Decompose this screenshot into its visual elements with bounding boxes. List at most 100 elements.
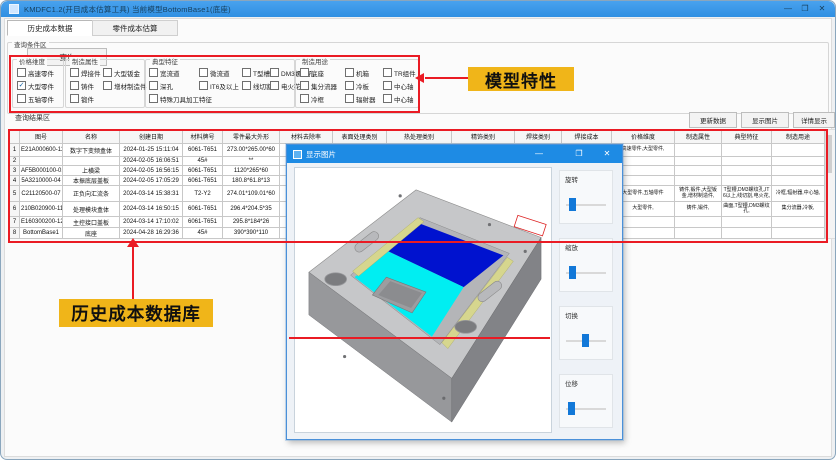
column-header[interactable]: 焊接成本 [562,130,612,144]
slider-label: 切换 [565,310,578,320]
filter-checkbox[interactable]: TR组件 [383,66,416,79]
filter-checkbox-label: 机箱 [356,68,369,78]
filter-checkbox[interactable]: IT6及以上 [199,79,239,92]
table-cell [722,176,772,186]
column-header[interactable] [10,130,20,144]
detail-display-button[interactable]: 详情显示 [793,112,835,128]
slider-thumb[interactable] [568,402,575,415]
table-cell: 273.00*265.00*60 [223,144,280,157]
minimize-button[interactable]: — [781,3,795,15]
slider-group: 缩放 [559,238,613,292]
table-cell: 6061-T651 [183,166,223,176]
filter-checkbox[interactable]: 线切割 [242,79,273,92]
column-header[interactable]: 名称 [63,130,120,144]
table-cell: 274.01*109.01*60 [223,186,280,202]
filter-checkbox[interactable]: 中心轴 [383,79,416,92]
filter-checkbox[interactable]: 增材制造件 [103,79,147,92]
filter-checkbox[interactable]: 微流道 [199,66,239,79]
table-cell: 2024-04-28 16:29:36 [120,228,183,239]
checkbox-icon [199,68,208,77]
table-cell: C21120500-07 [20,186,63,202]
table-cell: E21A000600-11 [20,144,63,157]
column-header[interactable]: 精饰类别 [452,130,515,144]
column-header[interactable]: 价格维度 [612,130,675,144]
dialog-close-button[interactable]: ✕ [598,145,616,163]
filter-checkbox[interactable]: 冷框 [300,92,337,105]
checkbox-icon [383,94,392,103]
checkbox-checked-icon: ✓ [17,81,26,90]
table-cell [675,144,722,157]
filter-checkbox[interactable]: 中心轴 [383,92,416,105]
table-cell: 45# [183,228,223,239]
column-header[interactable]: 表面处理类别 [333,130,387,144]
filter-checkbox[interactable]: ✓大型零件 [17,79,54,92]
filter-checkbox[interactable]: 五轴零件 [17,92,54,105]
column-header[interactable]: 制造用途 [772,130,825,144]
column-header[interactable]: 零件最大外形 [223,130,280,144]
maximize-button[interactable]: ❐ [798,3,812,15]
table-header-row: 图号名称创建日期材料牌号零件最大外形材料去除率表面处理类别热处理类别精饰类别焊接… [10,130,825,144]
filter-group-4: 制造用途底座集分流器冷框机箱冷板辐射器TR组件中心轴中心轴 [295,59,419,108]
show-image-button[interactable]: 显示图片 [741,112,789,128]
history-db-arrow-head [127,238,139,247]
filter-checkbox[interactable]: 特殊刀具加工特征 [149,92,212,105]
slider-thumb[interactable] [582,334,589,347]
slider-thumb[interactable] [569,266,576,279]
filter-checkbox[interactable]: 底座 [300,66,337,79]
filter-checkbox[interactable]: 铸件 [70,79,101,92]
column-header[interactable]: 焊接类别 [515,130,562,144]
filter-checkbox[interactable]: 高速零件 [17,66,54,79]
table-cell: 冷框,辐射器,中心轴, [772,186,825,202]
dialog-minimize-button[interactable]: — [530,145,548,163]
table-cell: 6061-T651 [183,144,223,157]
row-number: 7 [10,217,20,228]
model-feature-arrow-line [425,77,468,79]
row-number: 5 [10,186,20,202]
filter-checkbox[interactable]: 锻件 [70,92,101,105]
model-viewer[interactable] [294,167,552,433]
table-cell: 6061-T651 [183,202,223,217]
table-cell [20,157,63,166]
filter-checkbox[interactable]: 大型钣金 [103,66,147,79]
column-header[interactable]: 图号 [20,130,63,144]
filter-checkbox-label: 深孔 [160,81,173,91]
filter-checkbox[interactable]: 辐射器 [345,92,376,105]
filter-checkbox-label: 宽流道 [160,68,180,78]
filter-checkbox[interactable]: 冷板 [345,79,376,92]
column-header[interactable]: 制造属性 [675,130,722,144]
tab-history-cost-data[interactable]: 历史成本数据 [7,20,93,36]
filter-group-1: 价格维度高速零件✓大型零件五轴零件 [12,59,64,108]
checkbox-icon [149,94,158,103]
column-header[interactable]: 材料去除率 [280,130,333,144]
filter-checkbox[interactable]: 焊接件 [70,66,101,79]
table-cell: T型槽,DM3螺纹孔,IT6以上,线切割,电火花, [722,186,772,202]
slider-label: 旋转 [565,174,578,184]
filter-checkbox-label: 冷框 [311,94,324,104]
column-header[interactable]: 热处理类别 [387,130,452,144]
filter-column: 焊接件铸件锻件 [70,66,101,105]
table-scrollbar[interactable] [825,129,836,239]
filter-checkbox-label: 中心轴 [394,81,414,91]
table-cell: 数字下变频盒体 [63,144,120,157]
column-header[interactable]: 材料牌号 [183,130,223,144]
column-header[interactable]: 典型特征 [722,130,772,144]
table-cell [772,228,825,239]
dialog-maximize-button[interactable]: ❐ [570,145,588,163]
tab-part-cost-estimate[interactable]: 零件成本估算 [92,20,178,36]
filter-checkbox[interactable]: 集分流器 [300,79,337,92]
close-button[interactable]: ✕ [815,3,829,15]
filter-checkbox-label: 大型零件 [28,81,54,91]
column-header[interactable]: 创建日期 [120,130,183,144]
filter-group-title: 典型特征 [150,56,180,66]
table-cell [772,176,825,186]
update-data-button[interactable]: 更新数据 [689,112,737,128]
table-cell [722,166,772,176]
filter-checkbox[interactable]: 机箱 [345,66,376,79]
table-cell [772,217,825,228]
dialog-title: 显示图片 [306,149,336,160]
filter-checkbox[interactable]: T型槽 [242,66,273,79]
table-cell: ** [223,157,280,166]
slider-thumb[interactable] [569,198,576,211]
scrollbar-thumb[interactable] [827,135,832,173]
checkbox-icon [300,94,309,103]
